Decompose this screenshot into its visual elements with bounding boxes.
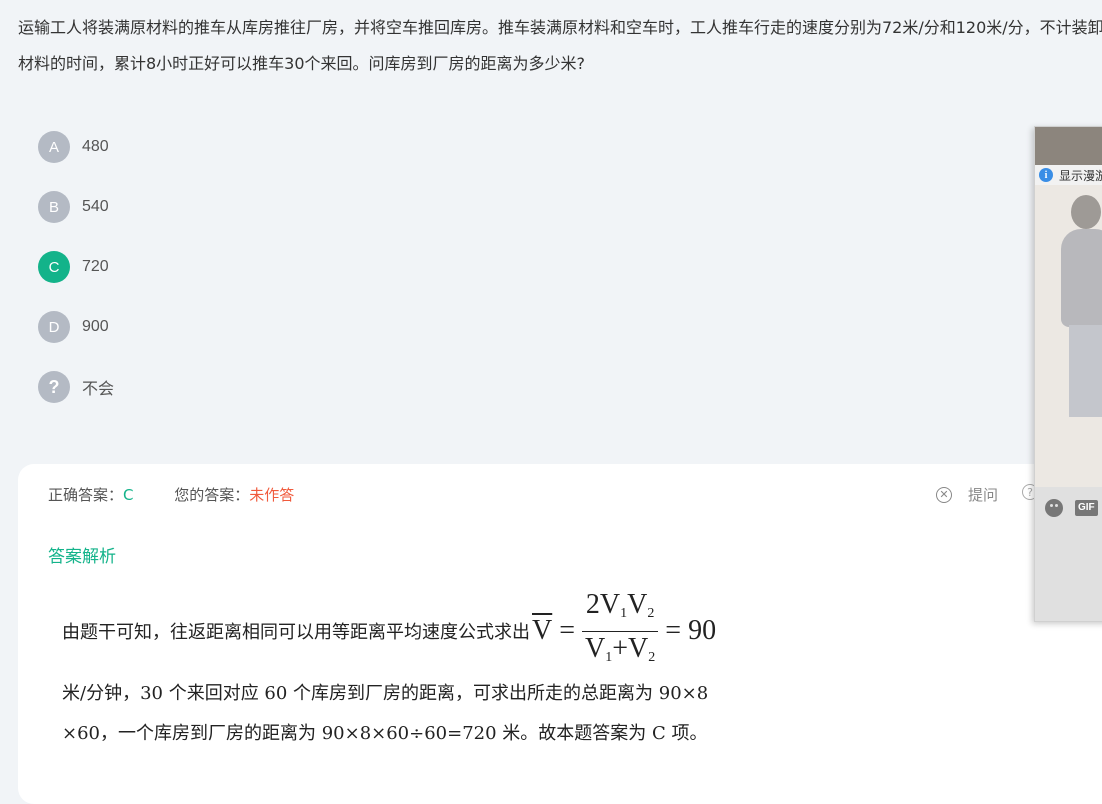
close-circle-icon: ✕ [936,486,952,503]
option-text: 900 [82,318,109,335]
answer-panel: 正确答案：C 您的答案：未作答 ✕ 提问 ? 答案解析 由题干可知，往返距离相同… [18,464,1102,804]
question-mark-icon: ? [38,371,70,403]
option-d[interactable]: D 900 [38,311,114,343]
roaming-banner-text: 显示漫游 [1059,168,1102,183]
option-letter: D [38,311,70,343]
widget-header-image [1035,127,1102,165]
correct-answer-label: 正确答案： [48,486,124,504]
floating-chat-widget[interactable]: i 显示漫游 GIF [1034,126,1102,622]
explanation: 由题干可知，往返距离相同可以用等距离平均速度公式求出 V = 2V1V2 V1+… [62,588,822,754]
options-list: A 480 B 540 C 720 D 900 ? 不会 [38,131,114,431]
formula-coef: 2 [585,588,600,620]
option-text: 480 [82,138,109,155]
option-b[interactable]: B 540 [38,191,114,223]
gif-icon[interactable]: GIF [1075,500,1098,516]
explanation-line-2: 米/分钟，30 个来回对应 60 个库房到厂房的距离，可求出所走的总距离为 90… [62,683,709,704]
ask-label: 提问 [968,486,999,504]
roaming-banner[interactable]: i 显示漫游 [1035,165,1102,185]
option-a[interactable]: A 480 [38,131,114,163]
correct-answer-value: C [123,486,134,504]
user-answer-label: 您的答案： [174,486,250,504]
option-text: 540 [82,198,109,215]
answer-row: 正确答案：C 您的答案：未作答 [48,484,294,505]
option-letter: B [38,191,70,223]
info-icon: i [1039,168,1053,182]
option-letter: A [38,131,70,163]
option-unknown[interactable]: ? 不会 [38,371,114,403]
average-speed-formula: V = 2V1V2 V1+V2 = 90 [532,588,717,665]
widget-background-photo [1035,185,1102,487]
explanation-intro: 由题干可知，往返距离相同可以用等距离平均速度公式求出 [62,622,530,643]
analysis-title: 答案解析 [48,547,116,567]
explanation-line-3: ×60，一个库房到厂房的距离为 90×8×60÷60=720 米。故本题答案为 … [62,723,708,744]
user-answer-value: 未作答 [249,486,295,504]
ask-button[interactable]: ✕ 提问 [936,484,998,505]
option-letter-correct: C [38,251,70,283]
formula-result: = 90 [665,615,717,646]
option-text: 720 [82,258,109,275]
option-text: 不会 [82,381,115,398]
question-text: 运输工人将装满原材料的推车从库房推往厂房，并将空车推回库房。推车装满原材料和空车… [18,18,1102,73]
emoji-icon[interactable] [1045,499,1063,517]
formula-lhs: V [532,615,553,646]
option-c[interactable]: C 720 [38,251,114,283]
